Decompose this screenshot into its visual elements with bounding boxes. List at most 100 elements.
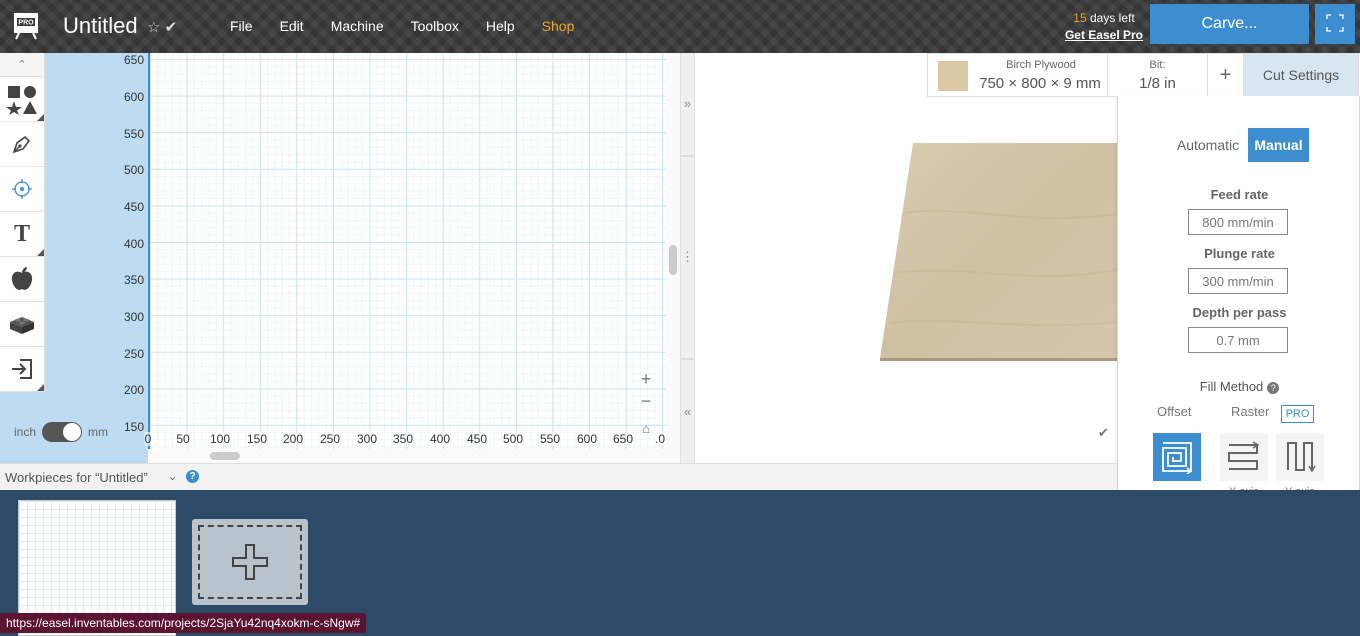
cut-settings-tab[interactable]: Cut Settings — [1244, 54, 1358, 96]
expand-arrows-icon — [1326, 13, 1344, 32]
x-tick-label: 50 — [176, 432, 190, 446]
target-icon — [12, 179, 32, 199]
x-tick-label: 350 — [392, 432, 414, 446]
text-icon: T — [13, 220, 30, 247]
feed-rate-label: Feed rate — [1210, 187, 1269, 202]
y-tick-label: 200 — [123, 383, 144, 397]
expand-left-icon[interactable]: « — [681, 404, 694, 419]
project-title[interactable]: Untitled — [63, 13, 138, 39]
apps-tool[interactable] — [0, 302, 44, 347]
menu-edit[interactable]: Edit — [280, 18, 304, 34]
expand-right-icon[interactable]: » — [681, 96, 694, 111]
add-bit-button[interactable]: + — [1208, 54, 1244, 96]
menu-file[interactable]: File — [230, 18, 253, 34]
text-tool[interactable]: T — [0, 212, 44, 257]
carve-button[interactable]: Carve... — [1150, 4, 1309, 44]
menu-help[interactable]: Help — [486, 18, 515, 34]
bit-selector[interactable]: Bit: 1/8 in — [1108, 54, 1208, 96]
x-tick-label: 600 — [576, 432, 598, 446]
depth-per-pass-input[interactable] — [1188, 327, 1288, 353]
cut-settings-panel: Automatic Manual Feed rate Plunge rate D… — [1117, 96, 1360, 536]
star-icon[interactable]: ☆ — [147, 19, 160, 36]
tool-palette: ⌃ T — [0, 53, 45, 392]
bit-label: Bit: — [1149, 59, 1166, 71]
add-workpiece-button[interactable] — [192, 519, 308, 605]
plunge-rate-label: Plunge rate — [1204, 246, 1275, 261]
trial-days-suffix: days left — [1086, 11, 1135, 25]
material-selector[interactable]: Birch Plywood 750 × 800 × 9 mm — [928, 54, 1108, 96]
fill-raster-y-button[interactable] — [1276, 433, 1324, 481]
canvas-hscroll-thumb[interactable] — [210, 452, 240, 460]
origin-tool[interactable] — [0, 167, 44, 212]
chevron-up-icon: ⌃ — [17, 59, 27, 71]
menu-shop[interactable]: Shop — [542, 18, 575, 34]
shapes-tool[interactable] — [0, 77, 44, 122]
menu-machine[interactable]: Machine — [331, 18, 384, 34]
fill-raster-x-button[interactable] — [1220, 433, 1268, 481]
help-icon[interactable]: ? — [1267, 381, 1280, 394]
help-icon[interactable]: ? — [186, 470, 199, 483]
mode-automatic-button[interactable]: Automatic — [1168, 128, 1248, 162]
icon-library-tool[interactable] — [0, 257, 44, 302]
bit-value: 1/8 in — [1139, 75, 1176, 92]
y-tick-label: 650 — [123, 53, 144, 67]
workpieces-title[interactable]: Workpieces for “Untitled” — [5, 470, 148, 485]
fill-offset-button[interactable] — [1153, 433, 1201, 481]
checkmark-icon: ✔ — [164, 19, 178, 36]
status-url: https://easel.inventables.com/projects/2… — [0, 613, 367, 633]
menu-toolbox[interactable]: Toolbox — [411, 18, 459, 34]
y-tick-label: 600 — [123, 90, 144, 104]
x-tick-label: 200 — [282, 432, 304, 446]
chevron-down-icon[interactable]: ⌄ — [168, 470, 177, 483]
checkmark-icon: ✔ — [1098, 425, 1109, 440]
logo-badge: PRO — [18, 20, 34, 27]
material-name: Birch Plywood — [1006, 59, 1076, 71]
trial-days: 15 — [1073, 11, 1087, 25]
x-tick-label: 650 — [612, 432, 634, 446]
y-tick-label: 550 — [123, 127, 144, 141]
pen-tool[interactable] — [0, 122, 44, 167]
unit-mm-label[interactable]: mm — [88, 425, 108, 439]
home-icon[interactable]: ⌂ — [636, 421, 656, 436]
y-tick-label: 250 — [123, 347, 144, 361]
depth-per-pass-label: Depth per pass — [1192, 305, 1287, 320]
zoom-out-button[interactable]: − — [636, 391, 656, 412]
y-tick-label: 350 — [123, 273, 144, 287]
raster-x-icon — [1228, 441, 1260, 470]
apple-icon — [11, 267, 33, 290]
unit-switch[interactable] — [42, 422, 83, 442]
feed-rate-input[interactable] — [1188, 209, 1288, 235]
unit-switch-knob — [63, 423, 82, 441]
shapes-icon — [6, 86, 37, 115]
drag-handle-icon[interactable]: ⋮ — [681, 249, 694, 265]
fullscreen-button[interactable] — [1315, 4, 1355, 44]
unit-inch-label[interactable]: inch — [14, 425, 36, 439]
fill-offset-label: Offset — [1157, 404, 1192, 419]
y-tick-label: 450 — [123, 200, 144, 214]
plunge-rate-input[interactable] — [1188, 268, 1288, 294]
design-canvas[interactable] — [148, 53, 666, 449]
raster-y-icon — [1287, 442, 1316, 473]
workpieces-bar: Workpieces for “Untitled” ⌄ ? — [0, 463, 1117, 490]
x-axis-labels: 0 50 100 150 200 250 300 350 400 450 500… — [144, 432, 669, 446]
x-tick-label: .0 — [654, 432, 666, 446]
x-tick-label: 300 — [356, 432, 378, 446]
unit-toggle: inch mm — [14, 422, 108, 442]
collapse-toolbar-button[interactable]: ⌃ — [0, 53, 44, 77]
fill-method-text: Fill Method — [1199, 379, 1264, 394]
import-tool[interactable] — [0, 347, 44, 392]
material-swatch — [938, 61, 968, 91]
material-bar: Birch Plywood 750 × 800 × 9 mm Bit: 1/8 … — [927, 53, 1359, 97]
easel-pro-logo[interactable]: PRO — [10, 9, 42, 41]
x-tick-label: 450 — [466, 432, 488, 446]
y-tick-label: 150 — [123, 420, 144, 434]
y-tick-label: 400 — [123, 237, 144, 251]
pen-icon — [12, 135, 31, 154]
zoom-in-button[interactable]: + — [636, 369, 656, 390]
mode-manual-button[interactable]: Manual — [1248, 128, 1309, 162]
x-tick-label: 250 — [319, 432, 341, 446]
lego-icon — [10, 317, 34, 334]
canvas-vscroll-thumb[interactable] — [669, 245, 677, 275]
x-tick-label: 550 — [539, 432, 561, 446]
get-easel-pro-link[interactable]: Get Easel Pro — [1065, 28, 1143, 42]
